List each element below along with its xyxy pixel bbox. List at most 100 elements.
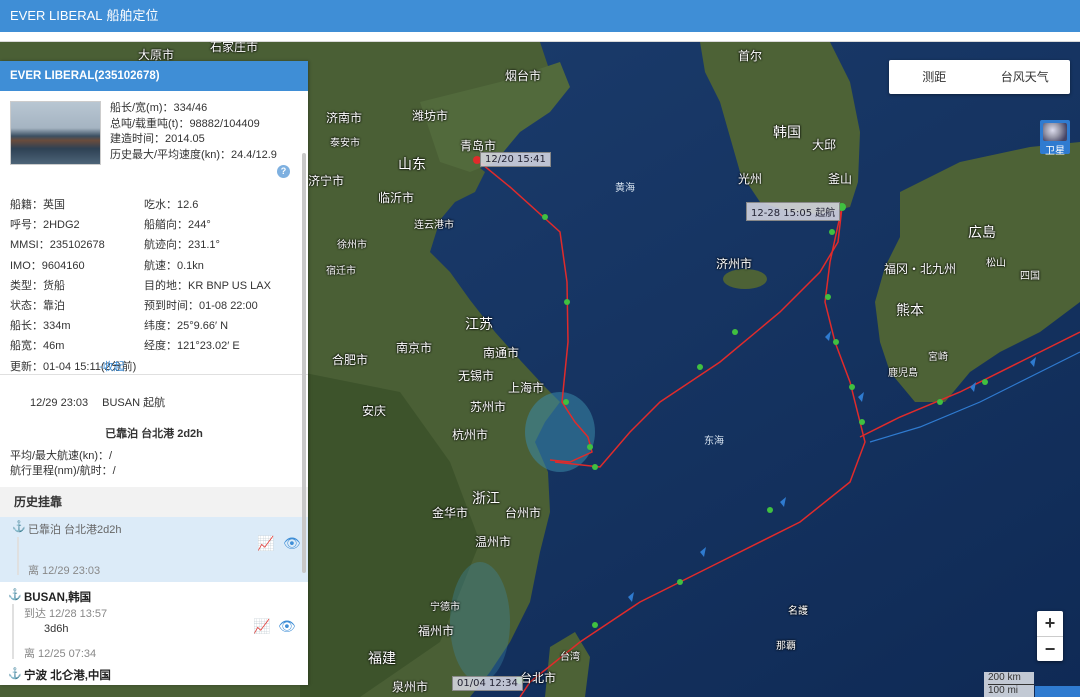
map-label: 潍坊市 [412,109,449,123]
detail-beam: 船宽：46m [10,340,65,353]
ship-photo[interactable] [10,101,101,165]
map-label: 烟台市 [505,69,542,83]
map-label: 苏州市 [470,400,507,414]
track-time-label: 01/04 12:34 [452,676,523,691]
timeline-line [12,604,14,659]
history-title: 历史挂靠 [0,487,308,517]
map-label: 首尔 [738,49,763,63]
title-gap [0,32,1080,42]
map-label: 浙江 [472,491,500,507]
anchor-icon: ⚓ [8,668,22,680]
panel-scrollbar[interactable] [302,153,306,573]
detail-row: MMSI：235102678 航迹向：231.1° [10,235,300,255]
map-label: 宿迁市 [326,266,356,277]
satellite-toggle[interactable]: 卫星 [1040,120,1070,157]
ship-summary-text: 船长/宽(m)：334/46 总吨/载重吨(t)：98882/104409 建造… [110,101,277,163]
map-label: 连云港市 [414,220,454,231]
shallow-water-2 [450,562,510,682]
detail-row: 船长：334m 纬度：25°9.66′ N [10,316,300,336]
avg-max-speed: 平均/最大航速(kn)：/ [10,450,113,462]
typhoon-weather-button[interactable]: 台风天气 [980,60,1071,94]
map-label: 南通市 [483,346,520,360]
map-label: 温州市 [475,535,512,549]
detail-row: 类型：货船 目的地：KR BNP US LAX [10,276,300,296]
map-label: 福建 [368,651,396,667]
map-label: 那覇 [776,641,796,652]
map-label: 江苏 [465,317,493,333]
collapse-link[interactable]: -收起 [99,361,125,373]
ship-details: 船籍：英国 吃水：12.6 呼号：2HDG2 船艏向：244° MMSI：23510… [10,195,300,377]
eye-hidden-icon[interactable]: 👁 [278,618,296,635]
map-label: 金华市 [432,506,469,520]
history-current-label: 已靠泊 台北港2d2h [28,524,122,536]
map-label: 四国 [1020,271,1040,282]
history-item-ningbo[interactable]: ⚓ 宁波 北仑港,中国 [0,665,308,685]
history-list: ⚓ 已靠泊 台北港2d2h 📈 👁 离 12/29 23:03 ⚓ BUSAN,… [0,517,308,685]
track-time-label: 12-28 15:05 起航 [746,202,841,221]
map-label: 徐州市 [337,240,367,251]
detail-draught: 吃水：12.6 [144,199,199,211]
zoom-in-button[interactable]: + [1037,611,1063,636]
detail-course: 航迹向：231.1° [144,239,220,252]
map-label: 台州市 [505,506,542,520]
detail-row: 船宽：46m 经度：121°23.02′ E [10,336,300,356]
history-busan-duration: 3d6h [44,623,69,635]
map-label: 松山 [986,258,1006,269]
map-corner-button[interactable] [1035,686,1080,697]
detail-mmsi: MMSI：235102678 [10,239,105,252]
map-label: 名護 [788,606,808,617]
history-item-busan[interactable]: ⚓ BUSAN,韩国 到达 12/28 13:57 3d6h 📈 👁 离 12/… [0,582,308,665]
map-label: 福州市 [418,624,455,638]
satellite-thumbnail [1043,123,1067,141]
history-item-current[interactable]: ⚓ 已靠泊 台北港2d2h 📈 👁 离 12/29 23:03 [0,517,308,582]
history-ningbo-port: 宁波 北仑港,中国 [24,670,111,682]
zoom-out-button[interactable]: − [1037,636,1063,662]
detail-flag: 船籍：英国 [10,199,65,211]
map-label: 山东 [398,157,426,173]
track-time-label: 12/20 15:41 [480,152,551,167]
satellite-label: 卫星 [1045,146,1065,157]
eye-hidden-icon[interactable]: 👁 [283,535,301,552]
detail-longitude: 经度：121°23.02′ E [144,340,240,353]
voyage-stats: 平均/最大航速(kn)：/ 航行里程(nm)/航时：/ [10,449,116,479]
map-scale: 200 km 100 mi [984,672,1034,697]
ship-summary: 船长/宽(m)：334/46 总吨/载重吨(t)：98882/104409 建造… [0,91,308,183]
map-label: 济南市 [326,111,363,125]
map-label: 熊本 [896,303,924,319]
ship-dimensions: 船长/宽(m)：334/46 [110,102,208,114]
app-title-bar: EVER LIBERAL 船舶定位 [0,0,1080,32]
history-busan-depart: 离 12/25 07:34 [24,648,97,660]
departure-info: 12/29 23:03 BUSAN 起航 [30,394,165,410]
berth-status: 已靠泊 台北港 2d2h [105,428,203,440]
detail-imo: IMO：9604160 [10,259,85,272]
chart-icon[interactable]: 📈 [253,618,270,635]
detail-row: IMO：9604160 航速：0.1kn [10,256,300,276]
map-label: 大邱 [812,138,837,152]
map-label: 釜山 [828,172,853,186]
zoom-control: + − [1037,611,1063,661]
anchor-icon: ⚓ [12,521,26,533]
detail-heading: 船艏向：244° [144,219,211,232]
land-jeju [723,269,767,289]
map-label: 合肥市 [332,353,369,367]
map-label: 台北市 [520,671,557,685]
detail-callsign: 呼号：2HDG2 [10,219,80,232]
history-current-depart: 离 12/29 23:03 [28,565,101,577]
measure-distance-button[interactable]: 测距 [889,60,980,94]
ship-tonnage: 总吨/载重吨(t)：98882/104409 [110,117,260,130]
voyage-distance: 航行里程(nm)/航时：/ [10,465,116,477]
app-title-suffix: 船舶定位 [106,8,159,23]
anchor-icon: ⚓ [8,589,22,601]
history-busan-arrive: 到达 12/28 13:57 [24,608,108,620]
chart-icon[interactable]: 📈 [257,535,274,552]
map-label: 泉州市 [392,680,429,694]
ship-info-panel: EVER LIBERAL(235102678) 船长/宽(m)：334/46 总… [0,61,308,685]
scale-mi: 100 mi [988,685,1019,696]
scale-km: 200 km [988,672,1034,685]
map-label: 无锡市 [458,369,495,383]
help-icon[interactable]: ? [277,165,290,178]
map-label: 広島 [968,225,996,241]
timeline-line [17,537,19,575]
detail-latitude: 纬度：25°9.66′ N [144,320,229,333]
app-title-ship: EVER LIBERAL [10,8,103,23]
